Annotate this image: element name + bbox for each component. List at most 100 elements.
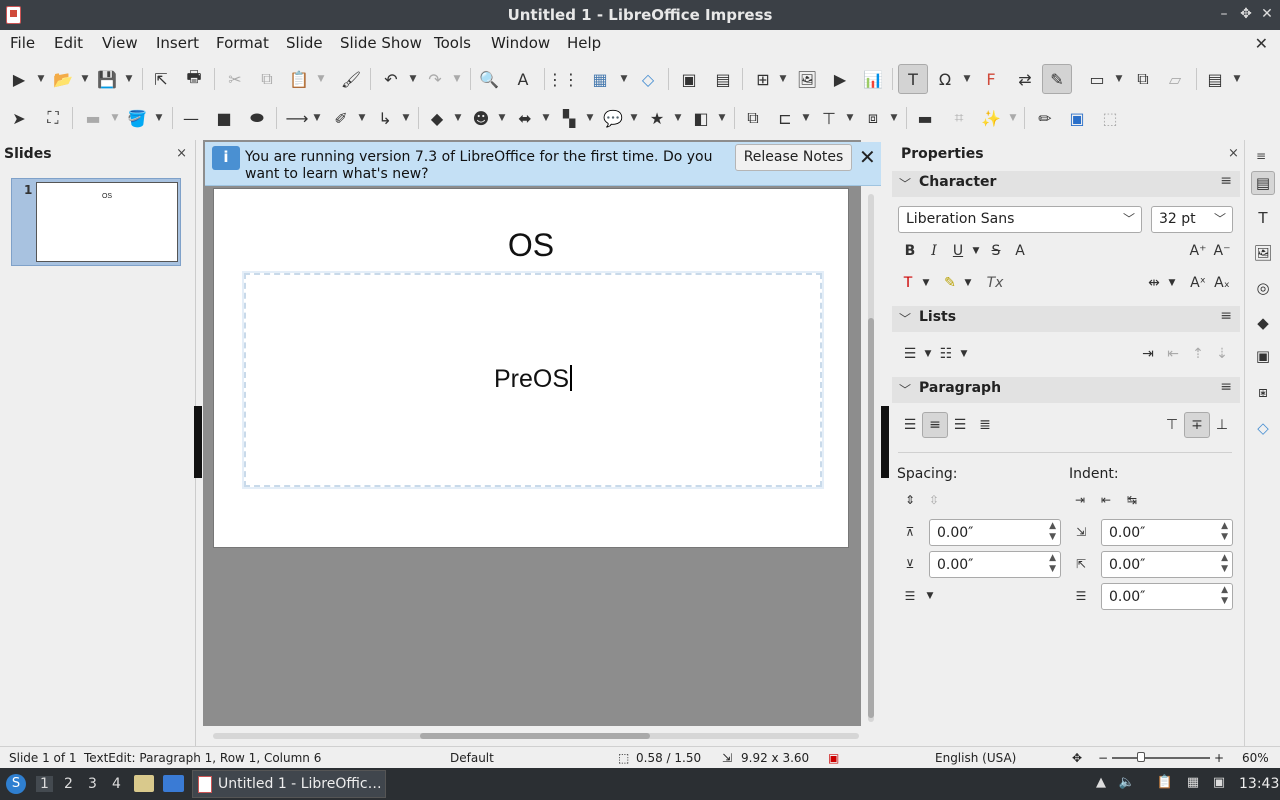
clone-formatting-icon[interactable]: 🖌	[340, 68, 362, 90]
paragraph-section-header[interactable]: ﹀ Paragraph ≡	[892, 377, 1240, 403]
close-infobar-button[interactable]: ✕	[859, 145, 876, 169]
rectangle-icon[interactable]: ■	[213, 107, 235, 129]
scroll-thumb[interactable]	[420, 733, 650, 739]
numbered-list-dropdown-icon[interactable]: ▼	[954, 344, 974, 364]
filter-dropdown-icon[interactable]: ▼	[1008, 107, 1018, 129]
vertical-scrollbar[interactable]	[863, 188, 879, 728]
workspace-1[interactable]: 1	[36, 776, 53, 792]
task-impress-window[interactable]: Untitled 1 - LibreOffic…	[192, 770, 386, 798]
scroll-thumb[interactable]	[868, 318, 874, 718]
spin-arrows-icon[interactable]: ▲ ▼	[1049, 521, 1056, 543]
fontwork-icon[interactable]: F	[980, 68, 1002, 90]
underline-dropdown-icon[interactable]: ▼	[966, 241, 986, 261]
align-bottom-icon[interactable]: ⊥	[1212, 415, 1232, 435]
slides-panel-collapse-handle[interactable]	[194, 406, 202, 478]
transformations-icon[interactable]: ⧉	[742, 107, 764, 129]
highlight-dropdown-icon[interactable]: ▼	[958, 273, 978, 293]
start-menu-icon[interactable]: S	[6, 774, 26, 794]
comment-icon[interactable]: ◇	[637, 68, 659, 90]
spelling-icon[interactable]: A	[512, 68, 534, 90]
save-icon[interactable]: 💾	[96, 68, 118, 90]
spin-arrows-icon[interactable]: ▲ ▼	[1221, 521, 1228, 543]
connectors-icon[interactable]: ↳	[374, 107, 396, 129]
align-objects-dropdown-icon[interactable]: ▼	[801, 107, 811, 129]
decrease-indent-icon[interactable]: ⇤	[1096, 490, 1116, 510]
distribute-dropdown-icon[interactable]: ▼	[889, 107, 899, 129]
close-slides-panel-button[interactable]: ×	[176, 146, 187, 161]
menu-slide[interactable]: Slide	[286, 34, 323, 52]
move-up-icon[interactable]: ⇡	[1188, 344, 1208, 364]
comments-deck-icon[interactable]: ◇	[1251, 416, 1275, 440]
align-left-icon[interactable]: ☰	[900, 415, 920, 435]
curves-icon[interactable]: ✐	[330, 107, 352, 129]
slide-canvas[interactable]: OS PreOS	[213, 188, 849, 548]
zoom-slider-track[interactable]	[1112, 757, 1210, 759]
zoom-slider-knob[interactable]	[1137, 752, 1145, 762]
slide-layout-icon[interactable]: ▤	[1204, 68, 1226, 90]
paste-dropdown-icon[interactable]: ▼	[316, 68, 326, 90]
arrange-icon[interactable]: ⊤	[818, 107, 840, 129]
spin-arrows-icon[interactable]: ▲ ▼	[1049, 553, 1056, 575]
symbol-shapes-icon[interactable]: ☻	[470, 107, 492, 129]
display-views-dropdown-icon[interactable]: ▼	[619, 68, 629, 90]
connectors-dropdown-icon[interactable]: ▼	[401, 107, 411, 129]
increase-spacing-icon[interactable]: ⇕	[900, 490, 920, 510]
open-icon[interactable]: 📂	[52, 68, 74, 90]
display-views-icon[interactable]: ▦	[586, 68, 614, 90]
strikethrough-icon[interactable]: S	[986, 241, 1006, 261]
align-top-icon[interactable]: ⊤	[1162, 415, 1182, 435]
content-text-line[interactable]: PreOS	[246, 365, 820, 394]
menu-insert[interactable]: Insert	[156, 34, 199, 52]
sidebar-collapse-handle[interactable]	[881, 406, 889, 478]
shapes-deck-icon[interactable]: ◆	[1251, 311, 1275, 335]
spin-arrows-icon[interactable]: ▲ ▼	[1221, 585, 1228, 607]
highlight-color-icon[interactable]: ✎	[940, 273, 960, 293]
ellipse-icon[interactable]: ⬬	[246, 107, 268, 129]
slide-layout-dropdown-icon[interactable]: ▼	[1232, 68, 1242, 90]
font-name-combobox[interactable]: Liberation Sans ﹀	[898, 206, 1142, 233]
slide-thumbnail-1[interactable]: 1 OS	[11, 178, 181, 266]
animation-deck-icon[interactable]: ⧆	[1251, 380, 1275, 404]
section-menu-icon[interactable]: ≡	[1220, 308, 1232, 324]
volume-icon[interactable]: 🔈	[1118, 775, 1136, 793]
master-slide-name[interactable]: Default	[450, 751, 494, 765]
justify-icon[interactable]: ≣	[975, 415, 995, 435]
demote-icon[interactable]: ⇥	[1138, 344, 1158, 364]
center-vertically-icon[interactable]: ∓	[1184, 412, 1210, 438]
stars-icon[interactable]: ★	[646, 107, 668, 129]
shadow-text-icon[interactable]: A	[1010, 241, 1030, 261]
zoom-out-button[interactable]: −	[1098, 751, 1108, 765]
zoom-level[interactable]: 60%	[1242, 751, 1269, 765]
paste-icon[interactable]: 📋	[288, 68, 310, 90]
zoom-in-button[interactable]: +	[1214, 751, 1224, 765]
sidebar-menu-icon[interactable]: ≡	[1249, 144, 1273, 168]
document-modified-icon[interactable]: ▣	[828, 751, 839, 765]
master-slides-deck-icon[interactable]: T	[1251, 206, 1275, 230]
clear-formatting-icon[interactable]: Tx	[985, 273, 1005, 293]
callouts-dropdown-icon[interactable]: ▼	[629, 107, 639, 129]
hyperlink-icon[interactable]: ⇄	[1014, 68, 1036, 90]
export-pdf-icon[interactable]: ⇱	[150, 68, 172, 90]
block-arrows-icon[interactable]: ⬌	[514, 107, 536, 129]
menu-help[interactable]: Help	[567, 34, 601, 52]
shadow-icon[interactable]: ▬	[914, 107, 936, 129]
indent-after-spinbox[interactable]: 0.00″ ▲ ▼	[1101, 551, 1233, 578]
increase-font-icon[interactable]: A⁺	[1188, 241, 1208, 261]
content-text-box[interactable]: PreOS	[242, 271, 824, 489]
find-replace-icon[interactable]: 🔍	[478, 68, 500, 90]
lists-section-header[interactable]: ﹀ Lists ≡	[892, 306, 1240, 332]
arrange-dropdown-icon[interactable]: ▼	[845, 107, 855, 129]
undo-icon[interactable]: ↶	[380, 68, 402, 90]
table-dropdown-icon[interactable]: ▼	[778, 68, 788, 90]
move-down-icon[interactable]: ⇣	[1212, 344, 1232, 364]
spacing-above-spinbox[interactable]: 0.00″ ▲ ▼	[929, 519, 1061, 546]
draw-function-icon[interactable]: ✎	[1042, 64, 1072, 94]
properties-deck-icon[interactable]: ▤	[1251, 171, 1275, 195]
underline-icon[interactable]: U	[948, 241, 968, 261]
menu-slide-show[interactable]: Slide Show	[340, 34, 422, 52]
workspace-2[interactable]: 2	[64, 776, 73, 792]
clipboard-icon[interactable]: 📋	[1156, 775, 1174, 793]
flowchart-icon[interactable]: ▚	[558, 107, 580, 129]
spacing-below-spinbox[interactable]: 0.00″ ▲ ▼	[929, 551, 1061, 578]
close-window-button[interactable]: ✕	[1258, 6, 1276, 22]
